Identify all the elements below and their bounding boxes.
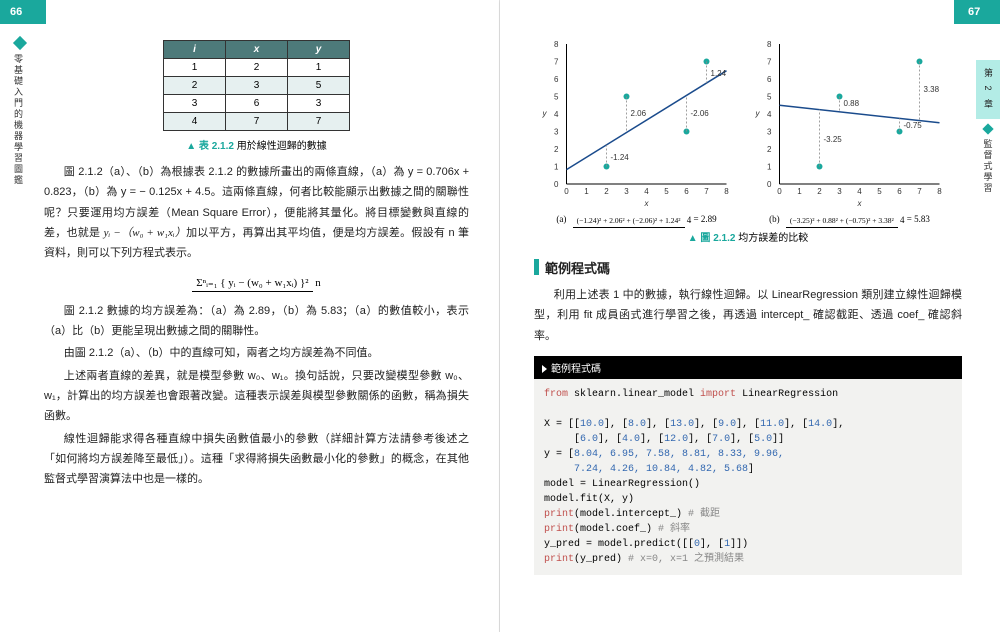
chapter-side-tab: 第 2 章 監督式學習 <box>976 60 1000 198</box>
book-side-label: 零基礎入門的機器學習圖鑑 <box>12 38 28 238</box>
table-row: 477 <box>164 113 350 131</box>
chart-a: 0 1 2 3 4 5 6 7 8 0 1 <box>534 34 739 225</box>
svg-text:3: 3 <box>624 187 629 196</box>
chart-b-equation: (b) (−3.25)² + 0.88² + (−0.75)² + 3.38² … <box>747 214 952 225</box>
svg-text:7: 7 <box>554 58 559 67</box>
chart-pair: 0 1 2 3 4 5 6 7 8 0 1 <box>534 34 962 225</box>
chart-b: 0 1 2 3 4 5 6 7 8 0 1 <box>747 34 952 225</box>
svg-text:1: 1 <box>554 163 559 172</box>
svg-text:2: 2 <box>767 145 772 154</box>
svg-text:x: x <box>857 199 863 208</box>
svg-text:6: 6 <box>897 187 902 196</box>
svg-text:7: 7 <box>917 187 922 196</box>
table-row: 363 <box>164 95 350 113</box>
page-number-bar: 67 <box>500 0 1000 24</box>
page-number-right: 67 <box>954 0 1000 24</box>
svg-text:5: 5 <box>767 93 772 102</box>
svg-text:7: 7 <box>767 58 772 67</box>
svg-text:6: 6 <box>767 75 772 84</box>
svg-text:6: 6 <box>554 75 559 84</box>
body-text: 利用上述表 1 中的數據，執行線性迴歸。以 LinearRegression 類… <box>534 285 962 346</box>
data-table: i x y 121 235 363 477 <box>163 40 350 131</box>
svg-text:x: x <box>644 199 650 208</box>
diamond-icon <box>982 123 993 134</box>
diamond-icon <box>13 36 27 50</box>
svg-text:-3.25: -3.25 <box>824 135 843 144</box>
table-row: 235 <box>164 77 350 95</box>
svg-text:0: 0 <box>564 187 569 196</box>
svg-text:0: 0 <box>554 180 559 189</box>
code-block: 範例程式碼 from sklearn.linear_model import L… <box>534 356 962 575</box>
table-row: 121 <box>164 59 350 77</box>
svg-text:4: 4 <box>857 187 862 196</box>
th: x <box>226 41 288 59</box>
svg-text:-0.75: -0.75 <box>904 121 923 130</box>
svg-text:8: 8 <box>724 187 729 196</box>
svg-text:8: 8 <box>937 187 942 196</box>
svg-text:3: 3 <box>767 128 772 137</box>
svg-text:2.06: 2.06 <box>631 109 647 118</box>
page-right: 67 第 2 章 監督式學習 0 1 2 3 <box>500 0 1000 632</box>
svg-text:3: 3 <box>837 187 842 196</box>
svg-text:4: 4 <box>554 110 559 119</box>
body-text: 圖 2.1.2 數據的均方誤差為：（a）為 2.89，（b）為 5.83；（a）… <box>44 301 469 490</box>
svg-text:y: y <box>755 109 761 118</box>
svg-text:y: y <box>542 109 548 118</box>
svg-text:0: 0 <box>777 187 782 196</box>
svg-text:4: 4 <box>644 187 649 196</box>
svg-text:1: 1 <box>584 187 589 196</box>
svg-text:8: 8 <box>554 40 559 49</box>
svg-text:1: 1 <box>797 187 802 196</box>
svg-text:2: 2 <box>554 145 559 154</box>
page-left: 66 零基礎入門的機器學習圖鑑 i x y 121 235 363 477 ▲ … <box>0 0 500 632</box>
svg-text:5: 5 <box>664 187 669 196</box>
svg-text:8: 8 <box>767 40 772 49</box>
svg-text:0.88: 0.88 <box>844 99 860 108</box>
chart-caption: ▲ 圖 2.1.2 均方誤差的比較 <box>534 229 962 244</box>
y-ticks: 0 1 2 3 4 5 6 7 8 <box>554 40 559 189</box>
body-text: 圖 2.1.2（a）、（b）為根據表 2.1.2 的數據所畫出的兩條直線，（a）… <box>44 162 469 264</box>
section-heading: 範例程式碼 <box>534 258 962 277</box>
svg-text:2: 2 <box>817 187 822 196</box>
svg-text:1.24: 1.24 <box>711 69 727 78</box>
svg-text:0: 0 <box>767 180 772 189</box>
svg-text:6: 6 <box>684 187 689 196</box>
table-header-row: i x y <box>164 41 350 59</box>
x-ticks: 0 1 2 3 4 5 6 7 8 <box>564 187 729 196</box>
mse-formula: Σⁿᵢ₌₁ { yᵢ − (w₀ + w₁xᵢ) }² n <box>44 276 469 289</box>
chart-a-equation: (a) (−1.24)² + 2.06² + (−2.06)² + 1.24² … <box>534 214 739 225</box>
svg-text:7: 7 <box>704 187 709 196</box>
svg-text:5: 5 <box>554 93 559 102</box>
svg-text:4: 4 <box>767 110 772 119</box>
svg-text:3.38: 3.38 <box>924 85 940 94</box>
svg-text:-2.06: -2.06 <box>691 109 710 118</box>
page-number-bar: 66 <box>0 0 499 24</box>
table-caption: ▲ 表 2.1.2 用於線性迴歸的數據 <box>44 137 469 152</box>
code-body: from sklearn.linear_model import LinearR… <box>534 379 962 575</box>
svg-text:5: 5 <box>877 187 882 196</box>
svg-text:1: 1 <box>767 163 772 172</box>
th: i <box>164 41 226 59</box>
chapter-tag: 第 2 章 <box>976 60 1000 119</box>
th: y <box>288 41 350 59</box>
svg-text:3: 3 <box>554 128 559 137</box>
svg-text:2: 2 <box>604 187 609 196</box>
chapter-label: 監督式學習 <box>982 139 995 194</box>
code-header: 範例程式碼 <box>534 356 962 379</box>
page-number-left: 66 <box>0 0 46 24</box>
svg-text:-1.24: -1.24 <box>611 153 630 162</box>
